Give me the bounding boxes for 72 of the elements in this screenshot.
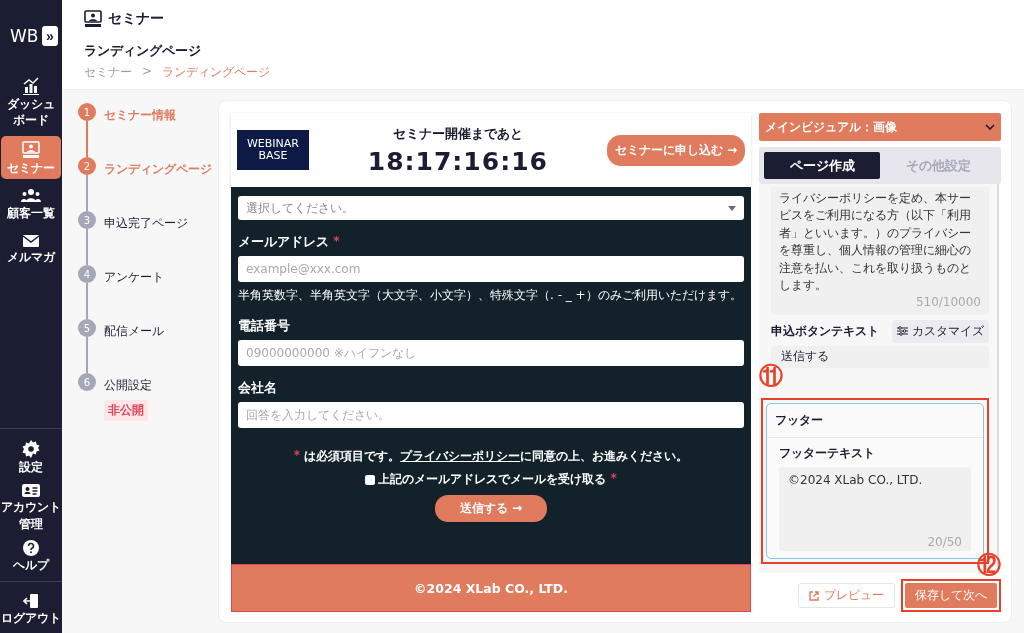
breadcrumb-separator: > xyxy=(142,64,153,80)
countdown-title: セミナー開催まであと xyxy=(392,124,523,143)
footer-text-area[interactable]: ©2024 XLab CO., LTD. 20/50 xyxy=(779,466,971,551)
preview-button[interactable]: プレビュー xyxy=(798,583,895,608)
apply-button[interactable]: セミナーに申し込む → xyxy=(606,134,745,166)
step-label[interactable]: セミナー情報 xyxy=(104,103,176,124)
step-number[interactable]: 6 xyxy=(78,373,96,391)
step-number[interactable]: 5 xyxy=(78,319,96,337)
step-label[interactable]: 配信メール xyxy=(104,319,164,340)
breadcrumb-link[interactable]: セミナー xyxy=(84,64,132,81)
checkbox-label: 上記のメールアドレスでメールを受け取る * xyxy=(378,471,617,488)
logout-icon xyxy=(23,592,39,609)
page-subtitle: ランディングページ xyxy=(84,42,202,60)
step-number[interactable]: 1 xyxy=(78,103,96,121)
page-title: セミナー xyxy=(108,10,164,28)
checkbox[interactable] xyxy=(365,474,376,485)
privacy-policy-link[interactable]: プライバシーポリシー xyxy=(400,449,521,463)
webinar-logo: WEBINAR BASE xyxy=(237,130,309,170)
step-label[interactable]: 申込完了ページ xyxy=(104,211,188,232)
help-icon xyxy=(23,540,39,557)
save-next-button[interactable]: 保存して次へ xyxy=(905,583,997,608)
chevron-down-icon xyxy=(985,124,995,130)
sidebar-item[interactable]: 設定 xyxy=(1,435,61,479)
tab[interactable]: ページ作成 xyxy=(764,152,880,179)
accordion-header[interactable]: メインビジュアル：画像 xyxy=(759,113,1001,141)
policy-text-area[interactable]: ライバシーポリシーを定め、本サービスをご利用になる方（以下「利用者」といいます。）のプライバシーを尊重し、個人情報の管理に細心の注意を払い、これを取り扱うものとします。 510/10000 xyxy=(771,187,989,315)
section-title: フッター xyxy=(767,403,983,438)
settings-icon xyxy=(22,440,40,459)
sidebar-item[interactable]: ダッシュ ボード xyxy=(1,72,61,132)
field-label: 会社名 xyxy=(238,380,278,397)
expand-sidebar-button[interactable]: » xyxy=(42,26,58,46)
submit-button[interactable]: 送信する → xyxy=(435,495,547,522)
sidebar-item[interactable]: メルマガ xyxy=(1,228,61,268)
character-count: 510/10000 xyxy=(915,294,981,312)
step-number[interactable]: 2 xyxy=(78,157,96,175)
page-footer: ©2024 XLab CO., LTD. xyxy=(231,564,751,612)
bar-chart-icon xyxy=(22,77,40,95)
field-hint: 半角英数字、半角英文字（大文字、小文字）、特殊文字（. - _ +）のみご利用いただけます。 xyxy=(238,287,743,304)
step-number[interactable]: 3 xyxy=(78,211,96,229)
monitor-person-icon xyxy=(84,10,102,28)
logout-button[interactable]: ログアウト xyxy=(1,587,61,629)
field-label: フッターテキスト xyxy=(779,444,876,462)
step-label[interactable]: アンケート xyxy=(104,265,164,286)
external-link-icon xyxy=(809,590,819,601)
input-field[interactable]: 09000000000 ※ハイフンなし xyxy=(238,340,744,366)
monitor-person-icon xyxy=(22,140,40,159)
notice-text: * は必須項目です。プライバシーポリシーに同意の上、お進みください。 xyxy=(292,448,690,465)
field-label: メールアドレス * xyxy=(238,234,341,251)
sidebar-item[interactable]: セミナー xyxy=(1,135,61,180)
character-count: 20/50 xyxy=(927,534,962,549)
select-field[interactable]: 選択してください。 xyxy=(238,196,744,220)
countdown-timer: 18:17:16:16 xyxy=(367,146,548,176)
step-label[interactable]: 公開設定 xyxy=(104,373,152,394)
breadcrumb-link[interactable]: ランディングページ xyxy=(162,64,271,81)
input-field[interactable]: example@xxx.com xyxy=(238,256,744,282)
field-label: 電話番号 xyxy=(238,318,291,335)
sidebar-item[interactable]: ヘルプ xyxy=(1,535,61,577)
id-card-icon xyxy=(22,483,40,499)
app-logo: WB xyxy=(9,26,39,46)
input-field[interactable]: 回答を入力してください。 xyxy=(238,402,744,428)
sidebar-item[interactable]: アカウント 管理 xyxy=(1,478,61,536)
people-icon xyxy=(21,188,41,205)
envelope-icon xyxy=(22,233,40,248)
customize-button[interactable]: カスタマイズ xyxy=(892,319,989,343)
step-number[interactable]: 4 xyxy=(78,265,96,283)
dropdown-caret-icon xyxy=(728,205,736,211)
step-label[interactable]: ランディングページ xyxy=(104,157,212,178)
status-badge: 非公開 xyxy=(104,400,148,421)
tab[interactable]: その他設定 xyxy=(880,152,996,179)
sidebar-item[interactable]: 顧客一覧 xyxy=(1,183,61,225)
sliders-icon xyxy=(897,326,908,337)
field-label: 申込ボタンテキスト xyxy=(771,322,879,340)
